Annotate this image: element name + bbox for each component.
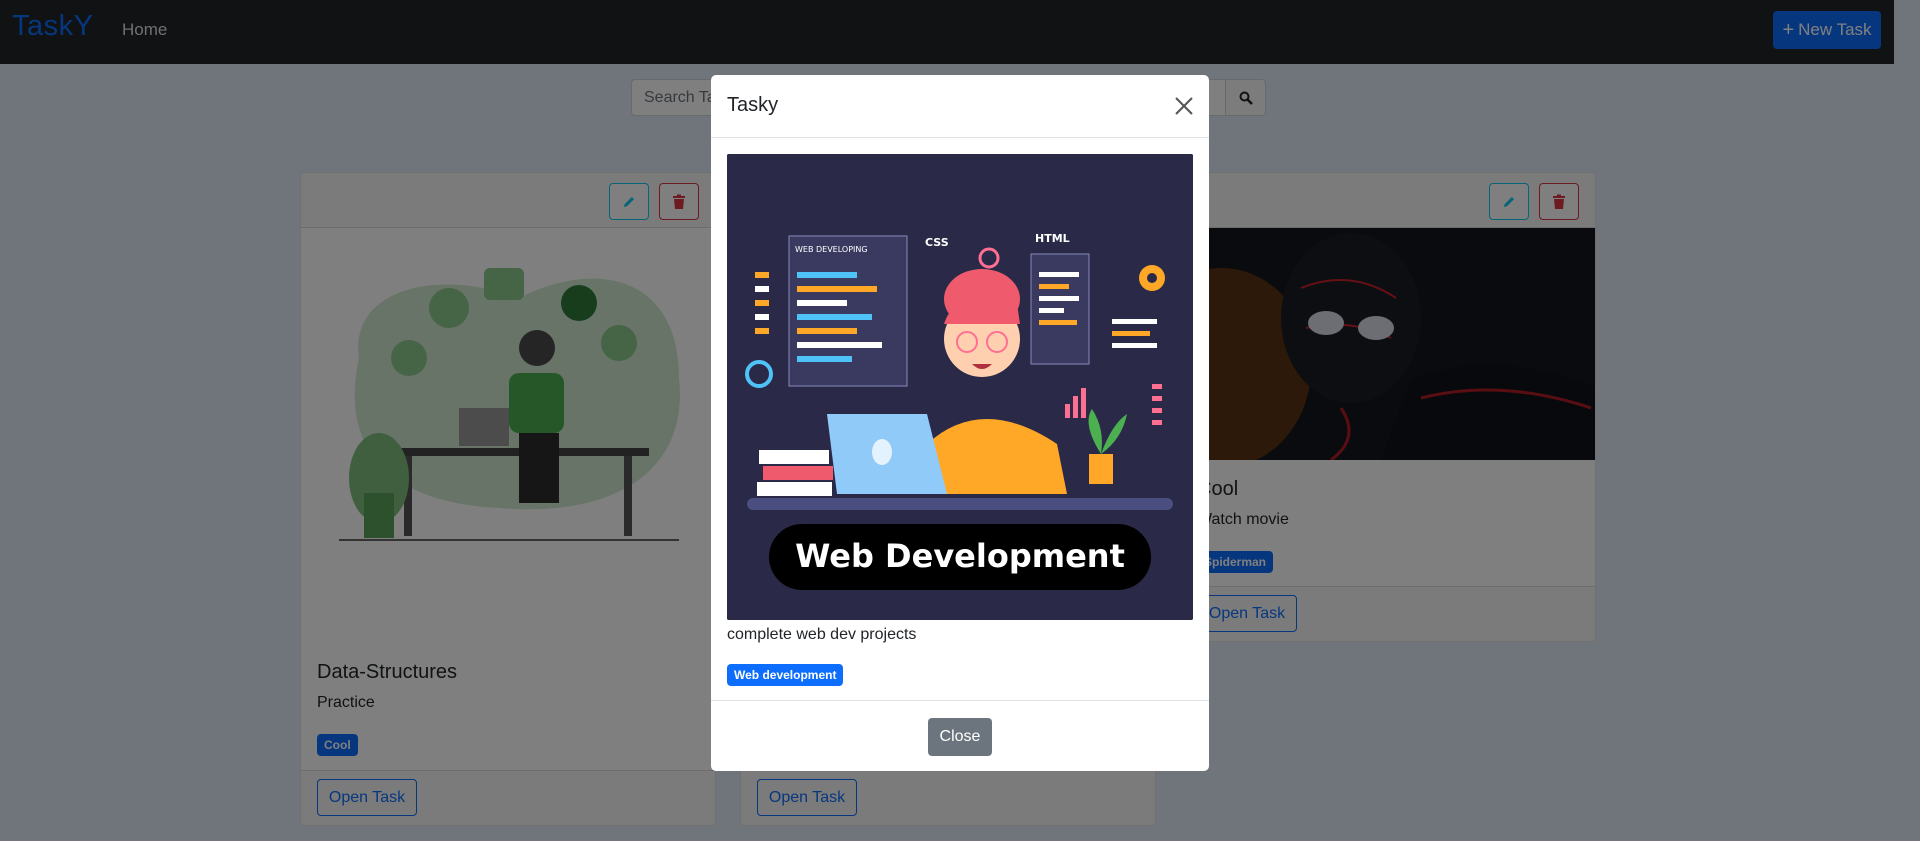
modal-footer: Close [711,700,1209,771]
image-label-web-developing: WEB DEVELOPING [795,245,868,254]
modal-description: complete web dev projects [727,626,917,643]
modal-body: WEB DEVELOPING CSS HTML Web Development … [711,139,1209,688]
task-modal: Tasky WEB DEVELOPING CSS HTML Web Develo… [711,75,1209,771]
close-button[interactable]: Close [928,718,992,756]
image-label-css: CSS [925,236,949,249]
web-development-image: WEB DEVELOPING CSS HTML Web Development [727,154,1193,620]
image-caption: Web Development [795,537,1125,575]
close-icon[interactable] [1173,95,1195,117]
modal-title: Tasky [727,94,779,116]
modal-tag-badge: Web development [727,664,844,686]
image-label-html: HTML [1035,232,1070,245]
web-development-illustration: WEB DEVELOPING CSS HTML Web Development [727,154,1193,620]
modal-header: Tasky [711,75,1209,138]
